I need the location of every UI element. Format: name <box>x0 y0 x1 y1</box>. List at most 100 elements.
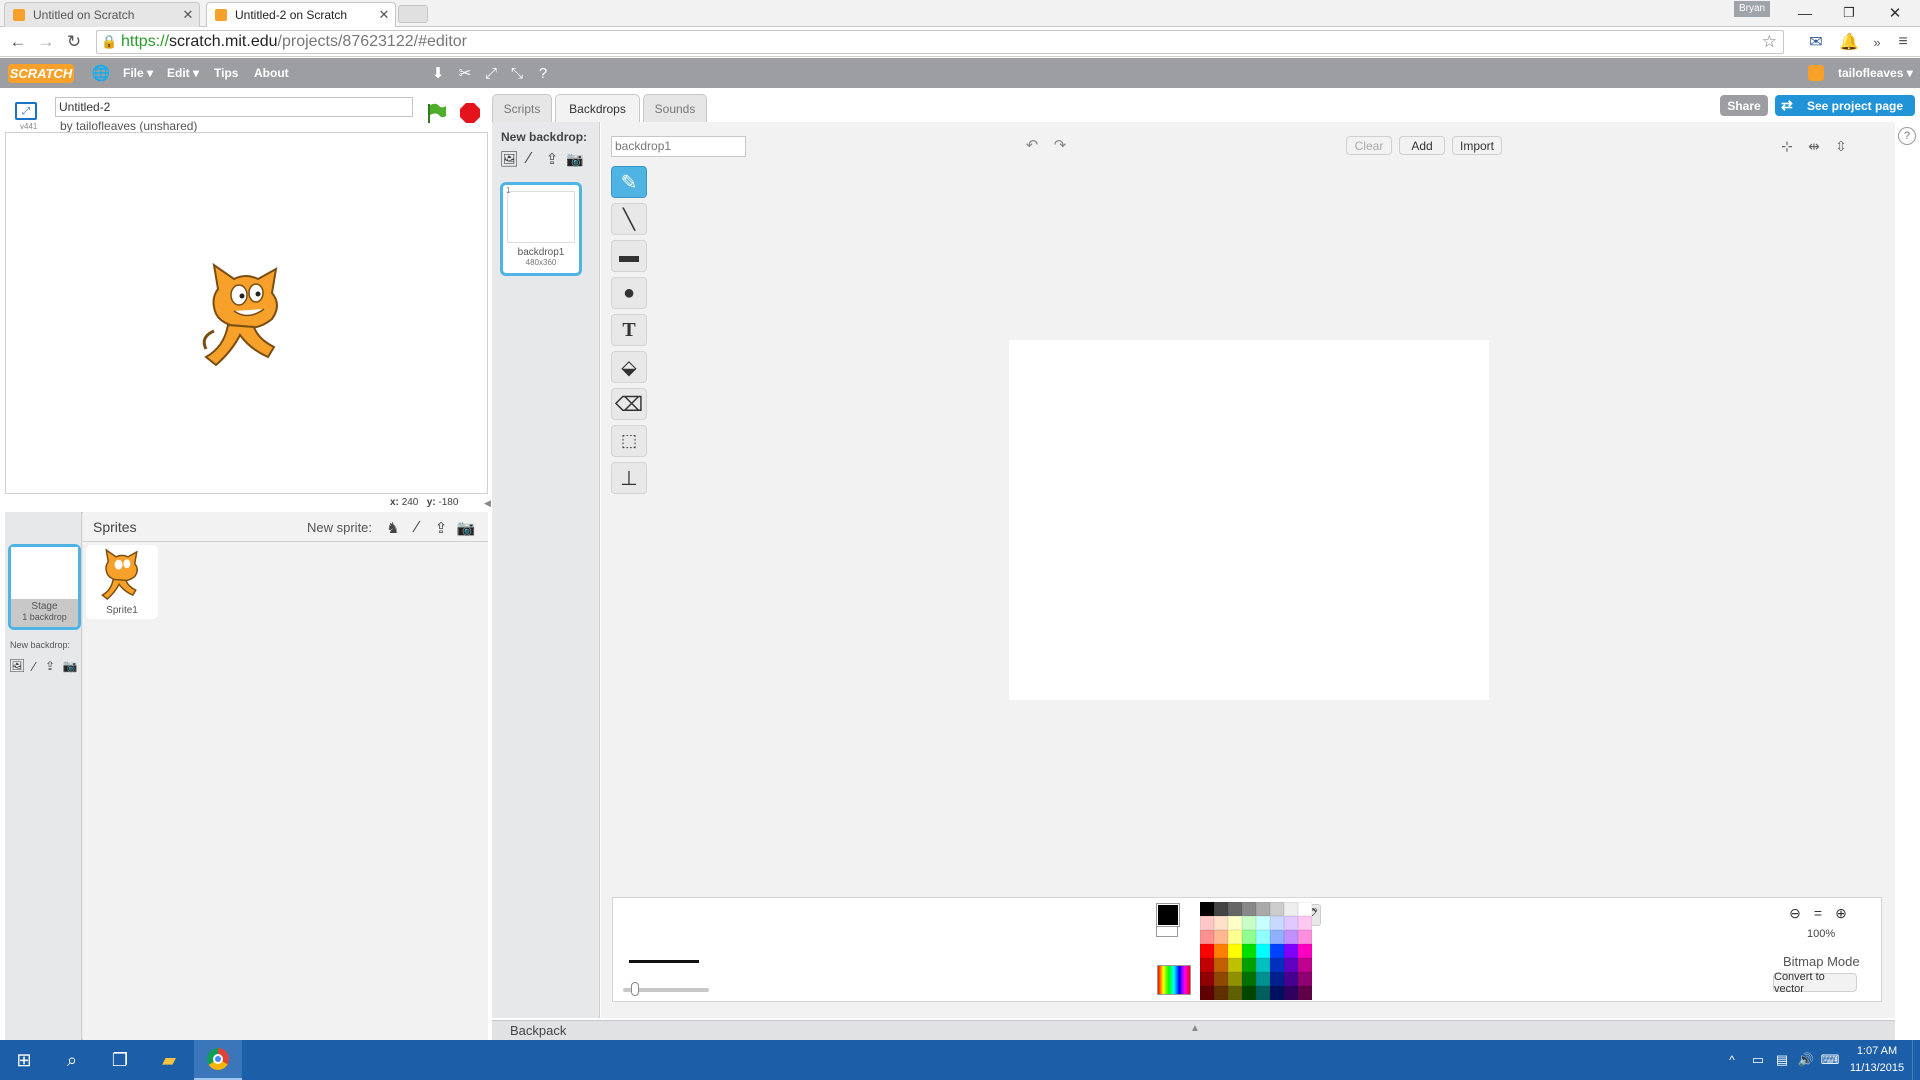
see-project-page-button[interactable]: ⇄ See project page <box>1775 95 1915 116</box>
palette-color-swatch[interactable] <box>1200 930 1214 944</box>
palette-color-swatch[interactable] <box>1284 958 1298 972</box>
brush-size-slider-handle[interactable] <box>631 982 639 996</box>
choose-sprite-library-icon[interactable]: ♞ <box>383 518 403 538</box>
zoom-out-icon[interactable]: ⊖ <box>1786 904 1804 922</box>
palette-color-swatch[interactable] <box>1242 986 1256 1000</box>
forward-arrow-icon[interactable]: → <box>34 31 58 53</box>
palette-color-swatch[interactable] <box>1200 902 1214 916</box>
palette-color-swatch[interactable] <box>1214 902 1228 916</box>
set-costume-center-icon[interactable]: ⊹ <box>1777 136 1797 156</box>
fill-tool-icon[interactable]: ⬙ <box>611 351 647 383</box>
tray-volume-icon[interactable]: 🔊 <box>1796 1050 1816 1070</box>
tray-network-icon[interactable]: ▤ <box>1772 1050 1792 1070</box>
grow-icon[interactable]: ⤢ <box>481 63 501 83</box>
flip-horizontal-icon[interactable]: ⇹ <box>1804 136 1824 156</box>
palette-color-swatch[interactable] <box>1228 902 1242 916</box>
palette-color-swatch[interactable] <box>1298 916 1312 930</box>
palette-color-swatch[interactable] <box>1200 986 1214 1000</box>
palette-color-swatch[interactable] <box>1298 972 1312 986</box>
task-view-icon[interactable]: ❐ <box>96 1040 144 1080</box>
palette-color-swatch[interactable] <box>1242 916 1256 930</box>
palette-color-swatch[interactable] <box>1256 916 1270 930</box>
palette-color-swatch[interactable] <box>1284 944 1298 958</box>
stage[interactable] <box>5 132 488 494</box>
palette-color-swatch[interactable] <box>1298 902 1312 916</box>
palette-color-swatch[interactable] <box>1256 986 1270 1000</box>
camera-backdrop-icon[interactable]: 📷 <box>62 658 78 674</box>
tray-keyboard-icon[interactable]: ⌨ <box>1820 1050 1840 1070</box>
close-tab-icon[interactable]: ✕ <box>373 7 395 23</box>
back-arrow-icon[interactable]: ← <box>6 31 30 53</box>
tips-menu[interactable]: Tips <box>214 66 238 80</box>
palette-color-swatch[interactable] <box>1284 972 1298 986</box>
upload-sprite-icon[interactable]: ⇪ <box>431 518 451 538</box>
palette-color-swatch[interactable] <box>1214 930 1228 944</box>
palette-color-swatch[interactable] <box>1270 986 1284 1000</box>
close-tab-icon[interactable]: ✕ <box>177 7 199 23</box>
palette-color-swatch[interactable] <box>1298 958 1312 972</box>
palette-color-swatch[interactable] <box>1242 944 1256 958</box>
palette-color-swatch[interactable] <box>1200 958 1214 972</box>
close-window-icon[interactable]: ✕ <box>1880 0 1910 26</box>
palette-color-swatch[interactable] <box>1242 902 1256 916</box>
palette-color-swatch[interactable] <box>1256 902 1270 916</box>
duplicate-stamp-icon[interactable]: ⬇ <box>428 63 448 83</box>
palette-color-swatch[interactable] <box>1200 916 1214 930</box>
edit-menu[interactable]: Edit ▾ <box>167 66 199 80</box>
search-icon[interactable]: ⌕ <box>48 1040 96 1080</box>
redo-icon[interactable]: ↷ <box>1050 135 1070 155</box>
paint-canvas[interactable] <box>1009 340 1489 700</box>
upload-new-backdrop-icon[interactable]: ⇪ <box>542 150 562 168</box>
palette-color-swatch[interactable] <box>1242 930 1256 944</box>
rectangle-tool-icon[interactable]: ▬ <box>611 240 647 272</box>
text-tool-icon[interactable]: T <box>611 314 647 346</box>
primary-color-swatch[interactable] <box>1156 903 1180 927</box>
share-button[interactable]: Share <box>1720 95 1768 116</box>
color-picker-spectrum[interactable] <box>1157 965 1191 995</box>
browser-tab-untitled-2[interactable]: Untitled-2 on Scratch ✕ <box>206 2 396 27</box>
restore-icon[interactable]: ❐ <box>1834 0 1864 26</box>
palette-color-swatch[interactable] <box>1256 944 1270 958</box>
stamp-tool-icon[interactable]: ⊥ <box>611 462 647 494</box>
backdrop-item[interactable]: 1 backdrop1 480x360 <box>500 182 582 276</box>
eraser-tool-icon[interactable]: ⌫ <box>611 388 647 420</box>
palette-color-swatch[interactable] <box>1256 972 1270 986</box>
tray-overflow-icon[interactable]: ^ <box>1724 1050 1740 1070</box>
palette-color-swatch[interactable] <box>1228 916 1242 930</box>
paint-new-backdrop-icon[interactable]: ∕ <box>521 150 537 168</box>
chrome-taskbar-icon[interactable] <box>194 1040 242 1080</box>
sprite1-thumbnail[interactable]: Sprite1 <box>86 545 158 619</box>
palette-color-swatch[interactable] <box>1228 972 1242 986</box>
add-button[interactable]: Add <box>1399 136 1445 155</box>
user-avatar[interactable] <box>1808 65 1824 81</box>
backpack-bar[interactable]: Backpack ▲ <box>492 1020 1895 1040</box>
file-menu[interactable]: File ▾ <box>123 66 153 80</box>
undo-icon[interactable]: ↶ <box>1022 135 1042 155</box>
ellipse-tool-icon[interactable]: ● <box>611 277 647 309</box>
palette-color-swatch[interactable] <box>1284 930 1298 944</box>
tab-sounds[interactable]: Sounds <box>643 94 707 122</box>
new-tab-button[interactable] <box>398 5 428 23</box>
show-desktop-button[interactable] <box>1912 1040 1920 1080</box>
camera-new-backdrop-icon[interactable]: 📷 <box>565 150 585 168</box>
palette-color-swatch[interactable] <box>1214 986 1228 1000</box>
backdrop-name-input[interactable]: backdrop1 <box>611 136 746 157</box>
project-title-input[interactable]: Untitled-2 <box>55 97 413 117</box>
palette-color-swatch[interactable] <box>1270 902 1284 916</box>
palette-color-swatch[interactable] <box>1298 930 1312 944</box>
palette-color-swatch[interactable] <box>1242 958 1256 972</box>
overflow-extensions-icon[interactable]: » <box>1866 31 1888 53</box>
block-help-icon[interactable]: ? <box>533 63 553 83</box>
import-button[interactable]: Import <box>1452 136 1502 155</box>
line-tool-icon[interactable]: ╲ <box>611 203 647 235</box>
about-menu[interactable]: About <box>254 66 289 80</box>
zoom-in-icon[interactable]: ⊕ <box>1832 904 1850 922</box>
reload-icon[interactable]: ↻ <box>62 31 86 53</box>
palette-color-swatch[interactable] <box>1270 958 1284 972</box>
collapse-stage-arrow-icon[interactable]: ◀ <box>484 498 491 509</box>
minimize-icon[interactable]: — <box>1790 0 1820 26</box>
palette-color-swatch[interactable] <box>1214 916 1228 930</box>
paint-backdrop-icon[interactable]: ∕ <box>27 658 41 674</box>
green-flag-icon[interactable] <box>425 102 447 124</box>
palette-color-swatch[interactable] <box>1228 930 1242 944</box>
